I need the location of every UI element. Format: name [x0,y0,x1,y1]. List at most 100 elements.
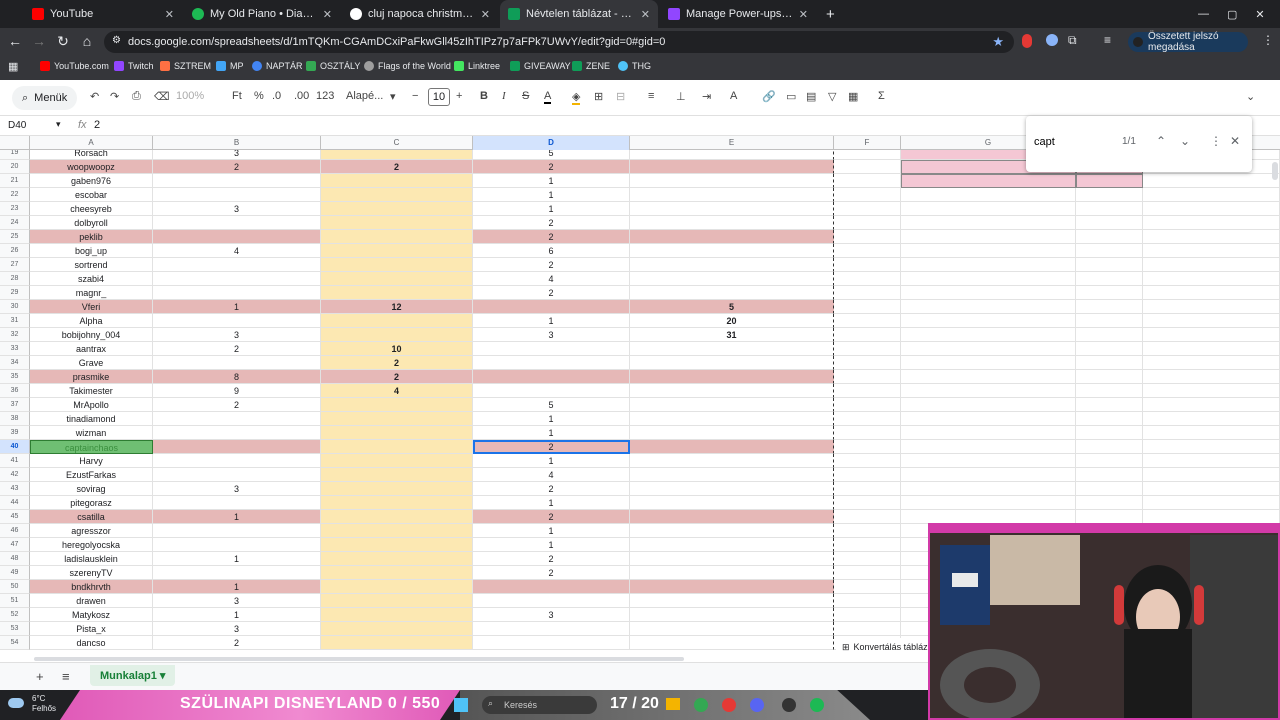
cell-g30[interactable] [901,300,1076,314]
cell-e36[interactable] [630,384,834,398]
cell-e37[interactable] [630,398,834,412]
cell-i41[interactable] [1143,454,1280,468]
forward-icon[interactable]: → [28,33,50,49]
cell-f47[interactable] [834,538,901,552]
font-select[interactable]: Alapé... [346,90,383,102]
cell-b20[interactable]: 2 [153,160,321,174]
cell-i37[interactable] [1143,398,1280,412]
wrap-icon[interactable]: ⇥ [702,90,711,103]
tab-youtube[interactable]: YouTube ✕ [24,0,182,28]
cell-a53[interactable]: Pista_x [30,622,153,636]
cell-i35[interactable] [1143,370,1280,384]
cell-i29[interactable] [1143,286,1280,300]
cell-f50[interactable] [834,580,901,594]
cell-f40[interactable] [834,440,901,454]
cell-c33[interactable]: 10 [321,342,473,356]
url-field[interactable]: ⚙ docs.google.com/spreadsheets/d/1mTQKm-… [104,31,1014,53]
cell-g37[interactable] [901,398,1076,412]
menu-icon[interactable]: ⋮ [1262,33,1274,47]
cell-d38[interactable]: 1 [473,412,630,426]
cell-i40[interactable] [1143,440,1280,454]
row-number[interactable]: 36 [0,384,30,398]
cell-d52[interactable]: 3 [473,608,630,622]
cell-h45[interactable] [1076,510,1143,524]
weather-widget[interactable]: 6°C Felhős [8,694,56,714]
cell-d37[interactable]: 5 [473,398,630,412]
cell-d54[interactable] [473,636,630,650]
cell-h36[interactable] [1076,384,1143,398]
horizontal-scrollbar[interactable] [34,657,684,661]
cell-h33[interactable] [1076,342,1143,356]
cell-a27[interactable]: sortrend [30,258,153,272]
zoom-select[interactable]: 100% [176,90,204,102]
cell-f19[interactable] [834,150,901,160]
cell-f31[interactable] [834,314,901,328]
cell-c30[interactable]: 12 [321,300,473,314]
cell-e27[interactable] [630,258,834,272]
cell-h22[interactable] [1076,188,1143,202]
cell-c51[interactable] [321,594,473,608]
cell-f25[interactable] [834,230,901,244]
cell-b48[interactable]: 1 [153,552,321,566]
cell-a42[interactable]: EzustFarkas [30,468,153,482]
cell-e40[interactable] [630,440,834,454]
cell-e38[interactable] [630,412,834,426]
spotify-icon[interactable] [810,698,824,712]
cell-b43[interactable]: 3 [153,482,321,496]
cell-e46[interactable] [630,524,834,538]
cell-a52[interactable]: Matykosz [30,608,153,622]
bookmark-giveaway[interactable]: GIVEAWAY [510,61,571,71]
cell-b45[interactable]: 1 [153,510,321,524]
cell-c37[interactable] [321,398,473,412]
row-number[interactable]: 44 [0,496,30,510]
cell-f27[interactable] [834,258,901,272]
cell-f38[interactable] [834,412,901,426]
cell-f35[interactable] [834,370,901,384]
font-size-input[interactable]: 10 [428,88,450,106]
cell-c27[interactable] [321,258,473,272]
cell-b39[interactable] [153,426,321,440]
cell-e21[interactable] [630,174,834,188]
cell-c48[interactable] [321,552,473,566]
functions-icon[interactable]: Σ [878,90,885,102]
cell-e43[interactable] [630,482,834,496]
cell-e22[interactable] [630,188,834,202]
cell-f30[interactable] [834,300,901,314]
cell-d21[interactable]: 1 [473,174,630,188]
cell-i42[interactable] [1143,468,1280,482]
cell-b28[interactable] [153,272,321,286]
cell-h37[interactable] [1076,398,1143,412]
cell-c49[interactable] [321,566,473,580]
cell-g44[interactable] [901,496,1076,510]
name-box[interactable]: D40 [8,120,26,131]
rotate-icon[interactable]: A [730,90,737,102]
cell-h41[interactable] [1076,454,1143,468]
cell-i45[interactable] [1143,510,1280,524]
cell-i33[interactable] [1143,342,1280,356]
cell-d32[interactable]: 3 [473,328,630,342]
percent-button[interactable]: % [254,90,264,102]
cell-a31[interactable]: Alpha [30,314,153,328]
cell-i23[interactable] [1143,202,1280,216]
cell-e48[interactable] [630,552,834,566]
cell-c26[interactable] [321,244,473,258]
file-explorer-icon[interactable] [666,698,680,710]
cell-d44[interactable]: 1 [473,496,630,510]
cell-b23[interactable]: 3 [153,202,321,216]
redo-icon[interactable]: ↷ [110,90,119,103]
cell-b49[interactable] [153,566,321,580]
cell-f53[interactable] [834,622,901,636]
collapse-toolbar-icon[interactable]: ⌄ [1246,90,1255,103]
cell-h28[interactable] [1076,272,1143,286]
cell-c38[interactable] [321,412,473,426]
cell-e19[interactable] [630,150,834,160]
formula-input[interactable]: 2 [94,119,100,131]
home-icon[interactable]: ⌂ [76,33,98,49]
cell-e31[interactable]: 20 [630,314,834,328]
windows-start-icon[interactable] [454,698,468,712]
cell-d27[interactable]: 2 [473,258,630,272]
taskbar-search[interactable]: ⌕ Keresés [482,696,597,714]
cell-e23[interactable] [630,202,834,216]
media-icon[interactable]: ≡ [1104,33,1111,47]
font-size-increase-icon[interactable]: + [456,90,462,102]
